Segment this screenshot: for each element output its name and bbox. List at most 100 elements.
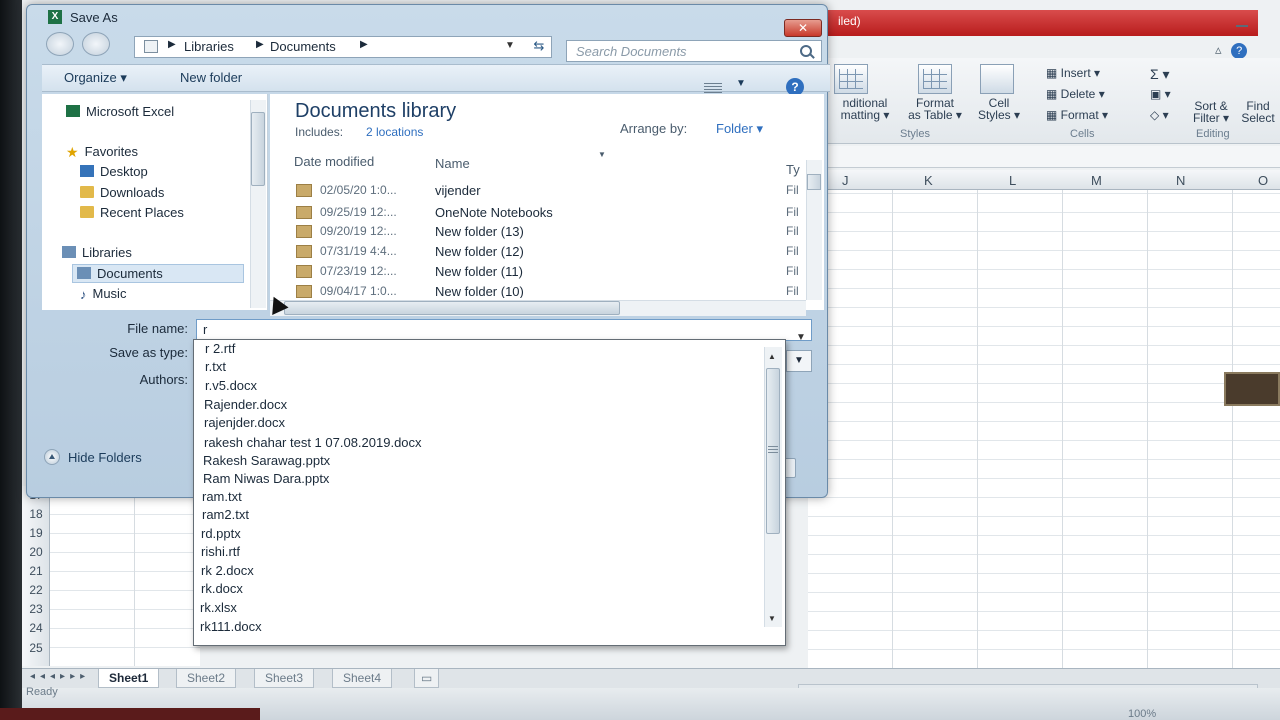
forward-button[interactable]	[82, 32, 110, 56]
autocomplete-item[interactable]: rd.pptx	[201, 526, 241, 541]
nav-item-recent-places[interactable]: Recent Places	[80, 205, 184, 220]
autosum-icon[interactable]: Σ ▾	[1150, 66, 1170, 83]
file-list-hscroll-thumb[interactable]	[284, 301, 620, 315]
nav-item-documents[interactable]: Documents	[72, 264, 244, 283]
arrange-by-dropdown[interactable]: Folder ▾	[716, 121, 763, 137]
autocomplete-item[interactable]: r.txt	[205, 359, 226, 374]
chevron-down-icon[interactable]: ▼	[505, 40, 515, 51]
autocomplete-item[interactable]: rishi.rtf	[201, 544, 240, 559]
breadcrumb-libraries[interactable]: Libraries	[184, 39, 234, 54]
autocomplete-item[interactable]: rakesh chahar test 1 07.08.2019.docx	[204, 435, 422, 450]
row-number[interactable]: 18	[22, 507, 50, 521]
chevron-down-icon[interactable]: ▼	[796, 332, 806, 343]
insert-button[interactable]: ▦ Insert ▾	[1046, 66, 1100, 80]
row-number[interactable]: 23	[22, 602, 50, 616]
sheet-nav-arrows-icon[interactable]: ◂◂◂▸▸▸	[30, 671, 90, 682]
autocomplete-item[interactable]: ram.txt	[202, 489, 242, 504]
nav-item-favorites[interactable]: ★ Favorites	[66, 144, 138, 160]
worksheet-grid[interactable]	[808, 190, 1280, 668]
breadcrumb-separator[interactable]: ▶	[256, 39, 264, 50]
fill-icon[interactable]: ▣ ▾	[1150, 87, 1171, 101]
nav-item-downloads[interactable]: Downloads	[80, 185, 164, 200]
column-header-j[interactable]: J	[842, 173, 849, 188]
breadcrumb-separator[interactable]: ▶	[360, 39, 368, 50]
list-item[interactable]: 02/05/20 1:0... vijender Fil	[296, 181, 806, 201]
list-item[interactable]: 09/25/19 12:... OneNote Notebooks Fil	[296, 203, 806, 223]
insert-sheet-icon[interactable]: ▭	[414, 669, 440, 688]
sheet-tab-4[interactable]: Sheet4	[332, 669, 393, 688]
autocomplete-item[interactable]: r 2.rtf	[205, 341, 235, 356]
refresh-icon[interactable]: ⇆	[528, 38, 550, 56]
row-number[interactable]: 19	[22, 526, 50, 540]
autocomplete-item[interactable]: rajenjder.docx	[204, 415, 285, 430]
nav-item-libraries[interactable]: Libraries	[62, 245, 132, 260]
column-header-l[interactable]: L	[1009, 173, 1016, 188]
organize-button[interactable]: Organize ▾	[64, 70, 127, 86]
row-number[interactable]: 24	[22, 621, 50, 635]
clear-icon[interactable]: ◇ ▾	[1150, 108, 1169, 122]
formula-bar[interactable]	[808, 146, 1280, 168]
row-number[interactable]: 22	[22, 583, 50, 597]
sheet-tab-1[interactable]: Sheet1	[98, 669, 160, 688]
new-folder-button[interactable]: New folder	[180, 70, 242, 85]
autocomplete-item[interactable]: rk 2.docx	[201, 563, 254, 578]
row-number[interactable]: 21	[22, 564, 50, 578]
breadcrumb-documents[interactable]: Documents	[270, 39, 336, 54]
minimize-icon[interactable]	[1232, 14, 1252, 28]
nav-scroll-thumb[interactable]	[251, 112, 265, 186]
format-button[interactable]: ▦ Format ▾	[1046, 108, 1108, 122]
conditional-formatting-button[interactable]: nditional matting ▾	[830, 97, 900, 121]
autocomplete-item[interactable]: rk.docx	[201, 581, 243, 596]
autocomplete-item[interactable]: r.v5.docx	[205, 378, 257, 393]
excel-help-icon[interactable]: ?	[1231, 43, 1248, 59]
autocomplete-item[interactable]: ram2.txt	[202, 507, 249, 522]
list-item[interactable]: 07/23/19 12:... New folder (11) Fil	[296, 262, 806, 282]
sheet-tab-2[interactable]: Sheet2	[176, 669, 237, 688]
autocomplete-item[interactable]: Rajender.docx	[204, 397, 287, 412]
column-header-n[interactable]: N	[1176, 173, 1185, 188]
folder-icon	[296, 184, 312, 197]
nav-item-desktop[interactable]: Desktop	[80, 164, 148, 179]
sheet-tab-3[interactable]: Sheet3	[254, 669, 315, 688]
zoom-level[interactable]: 100%	[1128, 708, 1156, 720]
file-list-vscroll-thumb[interactable]	[807, 174, 821, 190]
column-type[interactable]: Ty	[786, 162, 800, 177]
file-name-input[interactable]	[196, 319, 812, 341]
autocomplete-item[interactable]: rk.xlsx	[200, 600, 237, 615]
save-as-type-dropdown[interactable]: ▼	[786, 350, 812, 372]
column-name[interactable]: Name	[435, 156, 470, 171]
autocomplete-item[interactable]: Ram Niwas Dara.pptx	[203, 471, 329, 486]
format-as-table-button[interactable]: Format as Table ▾	[900, 97, 970, 121]
row-number[interactable]: 20	[22, 545, 50, 559]
ribbon-collapse-icon[interactable]: ▵	[1215, 42, 1222, 57]
cell-styles-button[interactable]: Cell Styles ▾	[966, 97, 1032, 121]
column-header-m[interactable]: M	[1091, 173, 1102, 188]
library-includes-label: Includes:	[295, 125, 344, 139]
view-options-icon[interactable]	[704, 81, 722, 93]
autocomplete-item[interactable]: rk111.docx	[200, 619, 262, 634]
nav-item-music[interactable]: ♪ Music	[80, 286, 126, 302]
delete-button[interactable]: ▦ Delete ▾	[1046, 87, 1105, 101]
column-header-o[interactable]: O	[1258, 173, 1268, 188]
nav-item-microsoft-excel[interactable]: Microsoft Excel	[66, 104, 174, 119]
back-button[interactable]	[46, 32, 74, 56]
sort-filter-button[interactable]: Sort & Filter ▾	[1186, 100, 1236, 124]
find-select-button[interactable]: Find Select	[1238, 100, 1278, 124]
scroll-down-icon[interactable]: ▼	[768, 614, 776, 623]
search-icon[interactable]	[800, 45, 812, 57]
libraries-icon	[62, 246, 76, 258]
close-button[interactable]: ✕	[784, 19, 822, 37]
library-locations-link[interactable]: 2 locations	[366, 125, 423, 139]
hide-folders-button[interactable]: Hide Folders	[44, 449, 142, 465]
row-number[interactable]: 25	[22, 641, 50, 655]
column-date-modified[interactable]: Date modified	[294, 154, 374, 169]
list-item[interactable]: 07/31/19 4:4... New folder (12) Fil	[296, 242, 806, 262]
breadcrumb-separator[interactable]: ▶	[168, 39, 176, 50]
list-item[interactable]: 09/04/17 1:0... New folder (10) Fil	[296, 282, 806, 298]
worksheet-grid-left[interactable]	[50, 486, 200, 666]
scroll-up-icon[interactable]: ▲	[768, 352, 776, 361]
column-header-k[interactable]: K	[924, 173, 933, 188]
autocomplete-item[interactable]: Rakesh Sarawag.pptx	[203, 453, 330, 468]
chevron-down-icon[interactable]: ▼	[736, 78, 746, 89]
list-item[interactable]: 09/20/19 12:... New folder (13) Fil	[296, 222, 806, 242]
